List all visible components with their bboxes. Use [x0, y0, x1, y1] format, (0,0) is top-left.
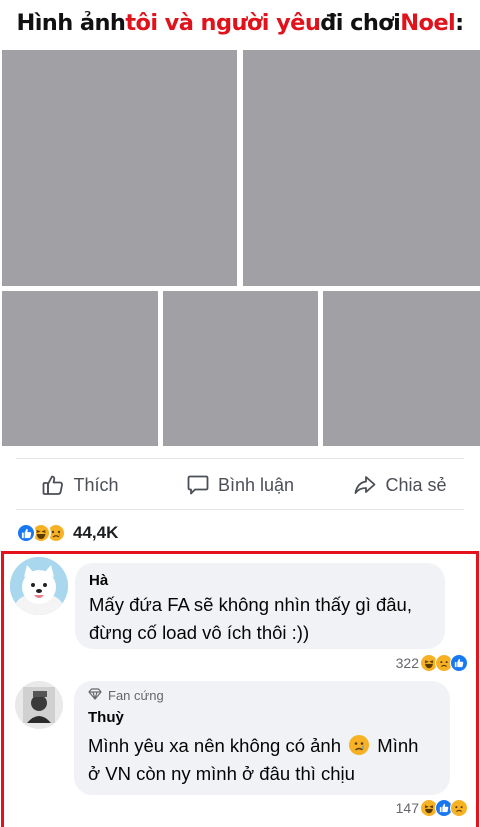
comment-text-line: đừng cố load vô ích thôi :)) [89, 622, 310, 643]
share-label: Chia sẻ [385, 474, 447, 495]
post-photo-grid [0, 46, 480, 448]
comment-author[interactable]: Thuỳ [88, 709, 436, 726]
comment-reactions[interactable]: 322 [396, 652, 468, 674]
divider [16, 509, 464, 510]
top-fan-badge: Fan cứng [88, 688, 436, 703]
comment-reactions[interactable]: 147 [396, 797, 468, 819]
post-action-bar: Thích Bình luận Chia sẻ [0, 462, 480, 508]
crying-emoji-icon [349, 735, 370, 755]
comment-text-span: Mình yêu xa nên không có ảnh [88, 735, 342, 756]
headline-text-5: : [455, 10, 464, 36]
photo-2[interactable] [243, 50, 480, 286]
diamond-icon [88, 688, 102, 703]
meme-headline: Hình ảnh tôi và người yêu đi chơi Noel : [0, 0, 480, 46]
photo-4[interactable] [163, 291, 318, 446]
reaction-count: 44,4K [73, 523, 119, 542]
comment-bubble[interactable]: Fan cứng Thuỳ Mình yêu xa nên không có ả… [74, 681, 450, 795]
comment-text-line: ở VN còn ny mình ở đâu thì chịu [88, 763, 355, 784]
comment-label: Bình luận [217, 474, 295, 495]
comment-bubble[interactable]: Hà Mấy đứa FA sẽ không nhìn thấy gì đâu,… [75, 563, 445, 649]
comment-reaction-count: 322 [395, 655, 419, 671]
avatar[interactable] [15, 681, 63, 729]
comment-text-line: Mấy đứa FA sẽ không nhìn thấy gì đâu, [89, 594, 412, 615]
divider [16, 458, 464, 459]
headline-text-3: đi chơi [320, 10, 401, 36]
comment-reaction-count: 147 [395, 800, 419, 816]
sad-icon [450, 799, 468, 817]
share-arrow-icon [353, 473, 377, 497]
comment-author[interactable]: Hà [89, 572, 431, 589]
comment-text-line: Mình yêu xa nên không có ảnh Mình [88, 732, 436, 760]
comment-text-span: Mình [377, 735, 419, 756]
thumbs-up-icon [41, 473, 65, 497]
like-button[interactable]: Thích [0, 462, 160, 508]
comment-button[interactable]: Bình luận [160, 462, 320, 508]
share-button[interactable]: Chia sẻ [320, 462, 480, 508]
headline-text-1: Hình ảnh [16, 10, 126, 36]
comment-text: Mấy đứa FA sẽ không nhìn thấy gì đâu, đừ… [89, 591, 431, 647]
post-reactions-summary[interactable]: 44,4K [16, 520, 118, 546]
photo-1[interactable] [2, 50, 237, 286]
badge-label: Fan cứng [108, 688, 164, 703]
headline-text-4: Noel [400, 10, 456, 36]
comment-bubble-icon [186, 473, 210, 497]
like-label: Thích [73, 474, 119, 495]
headline-text-2: tôi và người yêu [125, 10, 321, 36]
photo-3[interactable] [2, 291, 158, 446]
comment-text: Mình yêu xa nên không có ảnh Mình ở VN c… [88, 732, 436, 788]
photo-5[interactable] [323, 291, 480, 446]
like-icon [16, 523, 36, 543]
avatar[interactable] [10, 557, 68, 615]
like-icon [450, 654, 468, 672]
